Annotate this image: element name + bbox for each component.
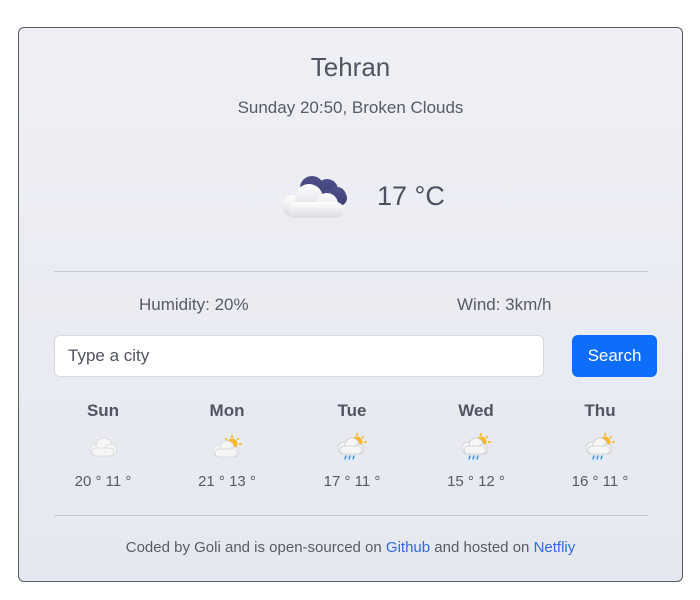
footer: Coded by Goli and is open-sourced on Git… <box>19 539 682 556</box>
netlify-link[interactable]: Netfliy <box>534 539 576 556</box>
cloudy-icon <box>89 437 118 457</box>
cloud-icon <box>282 176 347 218</box>
footer-text: and hosted on <box>434 539 530 556</box>
forecast-day-name: Thu <box>584 401 616 420</box>
github-link[interactable]: Github <box>386 539 430 556</box>
current-weather: 17 °C <box>279 168 479 238</box>
forecast-temperature-range: 17 ° 11 ° <box>323 473 381 490</box>
forecast-day-thu: Thu 16 ° 11 ° <box>550 400 650 490</box>
forecast-day-sun: Sun 20 ° 11 ° <box>53 400 153 490</box>
forecast-temperature-range: 20 ° 11 ° <box>74 473 132 490</box>
forecast-day-wed: Wed 15 ° 12 ° <box>426 400 526 490</box>
forecast-day-name: Tue <box>337 401 367 420</box>
city-name: Tehran <box>310 52 391 82</box>
rain-sun-icon <box>585 433 615 460</box>
partly-cloudy-icon <box>212 435 242 458</box>
search-button[interactable]: Search <box>572 335 657 377</box>
forecast-row: Sun 20 ° 11 ° Mon 21 ° 13 ° Tue 17 ° 11 … <box>19 400 682 500</box>
footer-text: Coded by Goli and is open-sourced on <box>125 539 382 556</box>
divider <box>54 271 648 272</box>
city-search-input[interactable] <box>54 335 544 377</box>
forecast-day-name: Sun <box>86 401 120 420</box>
divider <box>54 515 648 516</box>
forecast-day-tue: Tue 17 ° 11 ° <box>302 400 402 490</box>
forecast-day-mon: Mon 21 ° 13 ° <box>177 400 277 490</box>
forecast-day-name: Mon <box>209 401 245 420</box>
forecast-day-name: Wed <box>458 401 494 420</box>
rain-sun-icon <box>461 433 491 460</box>
forecast-temperature-range: 16 ° 11 ° <box>571 473 629 490</box>
forecast-temperature-range: 15 ° 12 ° <box>447 473 505 490</box>
current-temperature: 17 °C <box>377 181 445 211</box>
humidity-value: Humidity: 20% <box>139 295 249 314</box>
wind-value: Wind: 3km/h <box>457 295 552 314</box>
rain-sun-icon <box>337 433 367 460</box>
date-description: Sunday 20:50, Broken Clouds <box>237 98 464 117</box>
forecast-temperature-range: 21 ° 13 ° <box>198 473 256 490</box>
weather-card: Tehran Sunday 20:50, Broken Clouds 17 °C… <box>18 27 683 582</box>
